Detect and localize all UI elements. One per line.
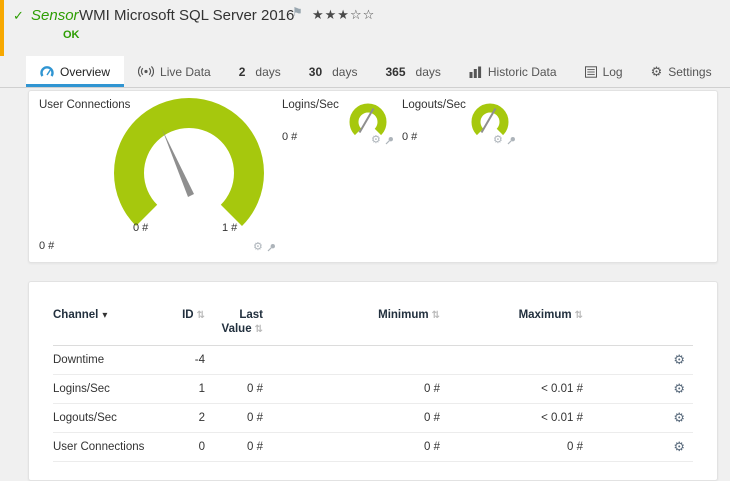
header-minimum[interactable]: Minimum ⇅ bbox=[263, 308, 440, 323]
sort-icon: ⇅ bbox=[574, 310, 583, 321]
channel-name: User Connections bbox=[53, 441, 145, 453]
gauge-gear-icon[interactable]: ⚙ bbox=[371, 135, 381, 146]
tab-bar: Overview Live Data 2 days 30 days 365 da… bbox=[0, 56, 730, 88]
tab-live-data[interactable]: Live Data bbox=[124, 56, 225, 87]
pin-icon[interactable] bbox=[507, 136, 516, 145]
sensor-kind-label: Sensor bbox=[31, 7, 79, 24]
logins-gauge-value: 0 # bbox=[282, 131, 298, 143]
channel-maximum: < 0.01 # bbox=[541, 383, 583, 395]
channel-settings-icon[interactable]: ⚙ bbox=[673, 410, 685, 425]
channel-last-value: 0 # bbox=[247, 383, 263, 395]
logouts-gauge-title: Logouts/Sec bbox=[402, 99, 466, 111]
logouts-gauge-actions[interactable]: ⚙ bbox=[493, 135, 516, 146]
tab-settings[interactable]: ⚙ Settings bbox=[637, 56, 726, 87]
table-row: User Connections 0 0 # 0 # 0 # ⚙ bbox=[53, 433, 693, 462]
channels-panel: Channel ▾ ID ⇅ Last Value ⇅ Minimum ⇅ Maximu… bbox=[28, 281, 718, 481]
tab-historic-data-label: Historic Data bbox=[487, 64, 557, 79]
tab-2-days-number: 2 bbox=[238, 64, 246, 79]
header-last-value[interactable]: Last Value ⇅ bbox=[205, 308, 263, 337]
gauge-arc bbox=[471, 103, 509, 136]
tab-365-days-label: days bbox=[415, 64, 441, 79]
status-check-icon: ✓ bbox=[13, 8, 24, 23]
table-header-row: Channel ▾ ID ⇅ Last Value ⇅ Minimum ⇅ Maximu… bbox=[53, 308, 693, 346]
channel-settings-icon[interactable]: ⚙ bbox=[673, 439, 685, 454]
header-channel[interactable]: Channel ▾ bbox=[53, 308, 173, 323]
main-gauge-scale-max: 1 # bbox=[222, 222, 238, 234]
table-row: Logouts/Sec 2 0 # 0 # < 0.01 # ⚙ bbox=[53, 404, 693, 433]
tab-30-days-label: days bbox=[332, 64, 358, 79]
channel-id: 1 bbox=[198, 383, 205, 395]
tab-historic-data[interactable]: Historic Data bbox=[455, 56, 571, 87]
tab-settings-label: Settings bbox=[668, 64, 712, 79]
channel-last-value: 0 # bbox=[247, 441, 263, 453]
tab-365-days-number: 365 bbox=[385, 64, 406, 79]
channels-table: Channel ▾ ID ⇅ Last Value ⇅ Minimum ⇅ Maximu… bbox=[29, 282, 717, 462]
channel-name: Downtime bbox=[53, 354, 105, 366]
gear-icon: ⚙ bbox=[650, 64, 663, 79]
main-gauge-value: 0 # bbox=[39, 240, 55, 252]
sensor-header: ✓ Sensor WMI Microsoft SQL Server 2016 ⚑… bbox=[0, 0, 730, 56]
channel-minimum: 0 # bbox=[424, 412, 440, 424]
main-gauge-actions[interactable]: ⚙ bbox=[253, 242, 276, 253]
user-connections-gauge bbox=[114, 97, 264, 226]
header-maximum[interactable]: Maximum ⇅ bbox=[440, 308, 583, 323]
logins-gauge-title: Logins/Sec bbox=[282, 99, 339, 111]
log-list-icon bbox=[584, 65, 597, 78]
gauge-gear-icon[interactable]: ⚙ bbox=[493, 135, 503, 146]
channel-maximum: < 0.01 # bbox=[541, 412, 583, 424]
priority-flag-icon[interactable]: ⚑ bbox=[292, 5, 303, 19]
channel-name: Logouts/Sec bbox=[53, 412, 117, 424]
tab-log-label: Log bbox=[602, 64, 623, 79]
sort-icon: ⇅ bbox=[196, 310, 205, 321]
channel-last-value: 0 # bbox=[247, 412, 263, 424]
tab-live-data-label: Live Data bbox=[160, 64, 211, 79]
channel-minimum: 0 # bbox=[424, 441, 440, 453]
tab-log[interactable]: Log bbox=[571, 56, 637, 87]
main-gauge-scale-min: 0 # bbox=[133, 222, 149, 234]
gauges-panel: User Connections 0 # 1 # 0 # ⚙ Logins/Se… bbox=[28, 90, 718, 263]
channel-id: 2 bbox=[198, 412, 205, 424]
tab-overview[interactable]: Overview bbox=[26, 56, 125, 87]
channel-name: Logins/Sec bbox=[53, 383, 110, 395]
logins-gauge-actions[interactable]: ⚙ bbox=[371, 135, 394, 146]
priority-stars[interactable]: ★★★☆☆ bbox=[312, 7, 375, 23]
sort-down-icon: ▾ bbox=[102, 310, 108, 321]
tab-30-days[interactable]: 30 days bbox=[295, 56, 372, 87]
gauge-gear-icon[interactable]: ⚙ bbox=[253, 242, 263, 253]
sensor-title: WMI Microsoft SQL Server 2016 bbox=[79, 7, 295, 24]
table-row: Downtime -4 ⚙ bbox=[53, 346, 693, 375]
channel-minimum: 0 # bbox=[424, 383, 440, 395]
table-row: Logins/Sec 1 0 # 0 # < 0.01 # ⚙ bbox=[53, 375, 693, 404]
logouts-gauge-value: 0 # bbox=[402, 131, 418, 143]
pin-icon[interactable] bbox=[267, 243, 276, 252]
live-broadcast-icon bbox=[138, 65, 155, 78]
tab-365-days[interactable]: 365 days bbox=[371, 56, 454, 87]
tab-2-days[interactable]: 2 days bbox=[225, 56, 295, 87]
status-text: OK bbox=[63, 29, 80, 41]
header-id[interactable]: ID ⇅ bbox=[173, 308, 205, 323]
sort-icon: ⇅ bbox=[254, 324, 263, 335]
channel-settings-icon[interactable]: ⚙ bbox=[673, 381, 685, 396]
tab-2-days-label: days bbox=[255, 64, 281, 79]
channel-maximum: 0 # bbox=[567, 441, 583, 453]
gauge-arc bbox=[349, 103, 387, 136]
channel-id: 0 bbox=[198, 441, 205, 453]
gauge-arc bbox=[114, 97, 264, 226]
bar-chart-icon bbox=[469, 66, 481, 78]
gauge-needle bbox=[162, 129, 194, 197]
tab-overview-label: Overview bbox=[60, 64, 111, 79]
tab-30-days-number: 30 bbox=[308, 64, 323, 79]
channel-id: -4 bbox=[194, 354, 205, 366]
pin-icon[interactable] bbox=[385, 136, 394, 145]
gauge-icon bbox=[40, 66, 54, 77]
channel-settings-icon[interactable]: ⚙ bbox=[673, 352, 685, 367]
sort-icon: ⇅ bbox=[431, 310, 440, 321]
